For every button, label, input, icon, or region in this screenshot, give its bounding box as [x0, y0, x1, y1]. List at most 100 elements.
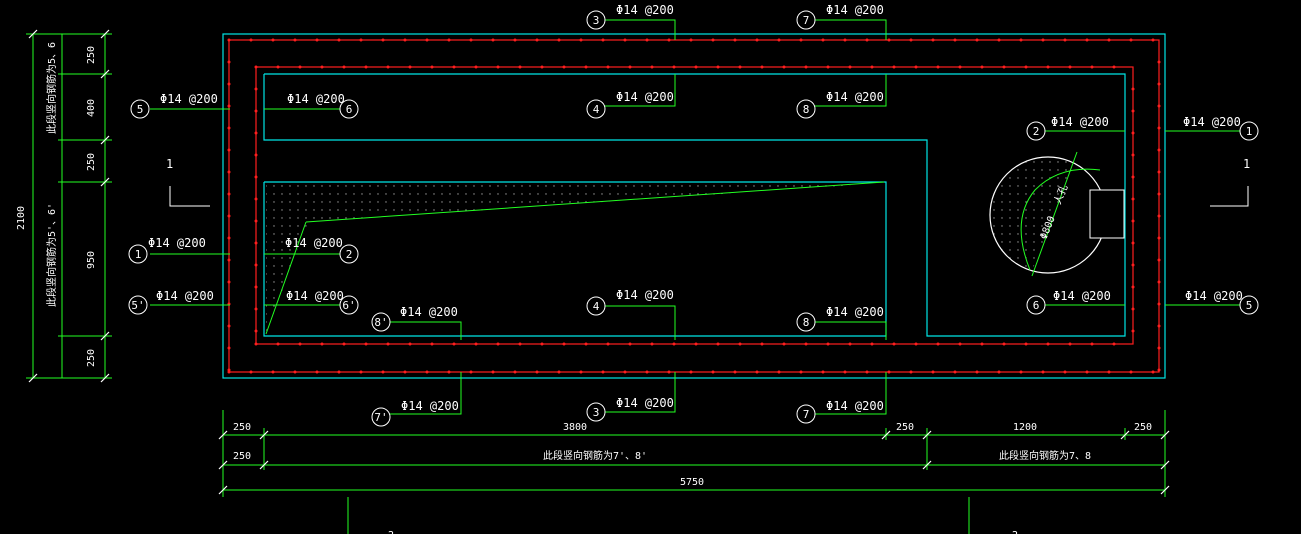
- rebar-dot: [227, 324, 231, 328]
- rebar-dot: [623, 370, 627, 374]
- bubble-1-left: 1: [135, 248, 142, 261]
- rebar-dot: [865, 38, 869, 42]
- rebar-dot: [584, 65, 588, 69]
- rebar-dot: [584, 342, 588, 346]
- rebar-dot: [1107, 370, 1111, 374]
- rebar-dot: [227, 104, 231, 108]
- rebar-dot: [227, 60, 231, 64]
- rebar-dot: [1068, 342, 1072, 346]
- rebar-dot: [1112, 65, 1116, 69]
- rebar-label: Φ14 @200: [148, 236, 206, 250]
- rebar-dot: [804, 342, 808, 346]
- rebar-dot: [1107, 38, 1111, 42]
- rebar-dot: [1112, 342, 1116, 346]
- rebar-dot: [865, 370, 869, 374]
- bubble-7p-bottom: 7': [374, 411, 387, 424]
- rebar-dot: [1131, 285, 1135, 289]
- rebar-dot: [997, 38, 1001, 42]
- rebar-dot: [914, 65, 918, 69]
- horizontal-note-left: 此段竖向钢筋为7'、8': [543, 449, 647, 462]
- rebar-dot: [469, 370, 473, 374]
- dim-vertical-segment: 250: [86, 153, 97, 171]
- horizontal-note-right: 此段竖向钢筋为7、8: [999, 449, 1091, 462]
- rebar-dot: [1131, 197, 1135, 201]
- rebar-dot: [276, 65, 280, 69]
- section-mark-right: 1: [1243, 157, 1250, 171]
- rebar-dot: [271, 370, 275, 374]
- rebar-dot: [403, 370, 407, 374]
- rebar-dot: [579, 370, 583, 374]
- rebar-dot: [667, 370, 671, 374]
- bubble-8-upper: 8: [803, 103, 810, 116]
- rebar-dot: [298, 65, 302, 69]
- rebar-dot: [227, 82, 231, 86]
- rebar-dot: [403, 38, 407, 42]
- rebar-dot: [557, 38, 561, 42]
- rebar-dot: [518, 342, 522, 346]
- rebar-dot: [804, 65, 808, 69]
- dim-horizontal-total: 5750: [680, 477, 704, 488]
- rebar-dot: [386, 65, 390, 69]
- rebar-dot: [738, 65, 742, 69]
- rebar-dot: [491, 38, 495, 42]
- dim-vertical-segment: 250: [86, 46, 97, 64]
- rebar-dot: [254, 342, 258, 346]
- rebar-dot: [227, 346, 231, 350]
- rebar-dot: [227, 170, 231, 174]
- rebar-dot: [1129, 370, 1133, 374]
- rebar-dot: [738, 342, 742, 346]
- rebar-label: Φ14 @200: [1051, 115, 1109, 129]
- rebar-dot: [1157, 346, 1161, 350]
- rebar-dot: [452, 65, 456, 69]
- rebar-dot: [1157, 236, 1161, 240]
- rebar-dot: [337, 370, 341, 374]
- rebar-dot: [364, 65, 368, 69]
- rebar-dot: [430, 65, 434, 69]
- rebar-dot: [540, 65, 544, 69]
- rebar-dot: [315, 38, 319, 42]
- rebar-dot: [447, 38, 451, 42]
- rebar-dot: [1157, 170, 1161, 174]
- rebar-dot: [711, 38, 715, 42]
- rebar-dot: [1063, 370, 1067, 374]
- horizontal-dim-texts: 250 3800 250 1200 250 250 此段竖向钢筋为7'、8' 此…: [233, 422, 1152, 488]
- rebar-dot: [359, 370, 363, 374]
- rebar-dot: [1131, 329, 1135, 333]
- rebar-dot: [936, 65, 940, 69]
- rebar-dot: [909, 38, 913, 42]
- rebar-label: Φ14 @200: [160, 92, 218, 106]
- rebar-dot: [342, 65, 346, 69]
- dim-vertical-segment: 400: [86, 99, 97, 117]
- rebar-dot: [1024, 342, 1028, 346]
- rebar-dot: [1157, 192, 1161, 196]
- rebar-dot: [254, 109, 258, 113]
- rebar-dot: [628, 65, 632, 69]
- rebar-dot: [799, 370, 803, 374]
- rebar-dot: [227, 258, 231, 262]
- rebar-dot: [777, 38, 781, 42]
- rebar-dot: [1041, 370, 1045, 374]
- rebar-dot: [848, 342, 852, 346]
- bubble-4-upper: 4: [593, 103, 600, 116]
- rebar-dot: [1131, 263, 1135, 267]
- rebar-dot: [386, 342, 390, 346]
- rebar-dot: [606, 65, 610, 69]
- bubble-1-right: 1: [1246, 125, 1253, 138]
- rebar-dot: [821, 38, 825, 42]
- bubble-7-top: 7: [803, 14, 810, 27]
- rebar-label: Φ14 @200: [826, 90, 884, 104]
- rebar-label: Φ14 @200: [400, 305, 458, 319]
- rebar-dot: [672, 342, 676, 346]
- rebar-dot: [777, 370, 781, 374]
- rebar-dot: [667, 38, 671, 42]
- rebar-dot: [760, 342, 764, 346]
- rebar-dot: [227, 148, 231, 152]
- rebar-dot: [645, 38, 649, 42]
- rebar-label: Φ14 @200: [401, 399, 459, 413]
- rebar-dot: [892, 342, 896, 346]
- rebar-dot: [887, 38, 891, 42]
- rebar-dot: [870, 65, 874, 69]
- rebar-dot: [408, 342, 412, 346]
- rebar-dot: [1024, 65, 1028, 69]
- rebar-dot: [293, 370, 297, 374]
